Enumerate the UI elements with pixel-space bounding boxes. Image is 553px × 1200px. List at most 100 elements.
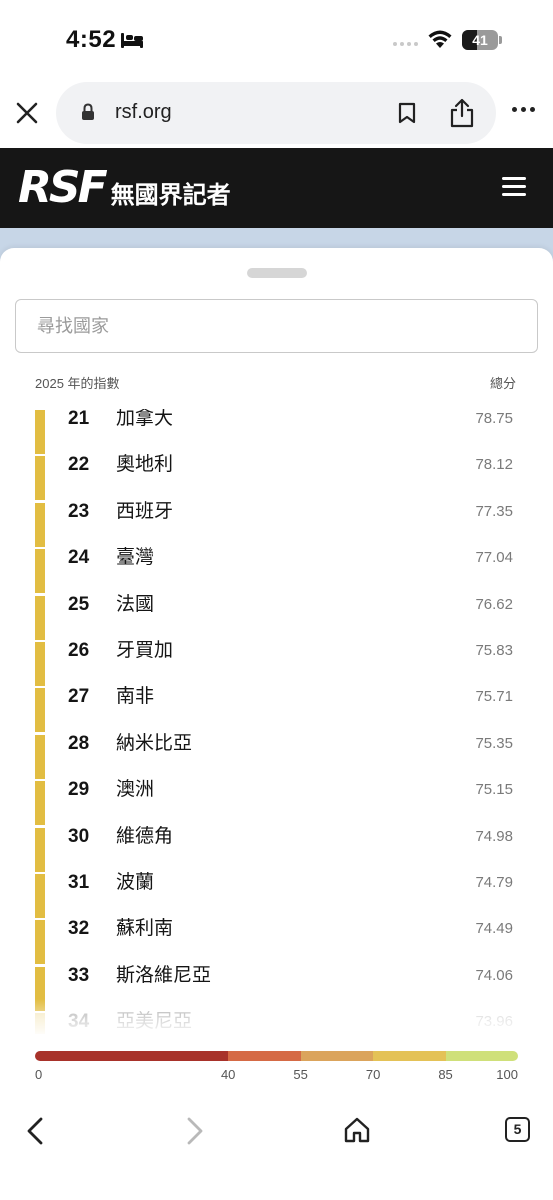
row-score: 75.15 [475,781,513,799]
score-color-bar [35,781,45,826]
ranking-row[interactable]: 34 亞美尼亞 73.96 [35,1012,518,1034]
row-score: 76.62 [475,595,513,613]
row-score: 77.04 [475,549,513,567]
country-search-input[interactable] [15,299,538,353]
row-country: 牙買加 [116,639,174,661]
legend-segment [35,1051,229,1061]
row-rank: 26 [68,639,90,661]
row-rank: 28 [68,732,90,754]
row-score: 75.35 [475,734,513,752]
row-rank: 30 [68,825,90,847]
ranking-row[interactable]: 33 斯洛維尼亞 74.06 [35,964,518,1012]
browser-bottom-bar: 5 [0,1102,553,1200]
ranking-row[interactable]: 32 蘇利南 74.49 [35,919,518,965]
row-country: 亞美尼亞 [116,1011,193,1033]
score-color-bar [35,502,45,547]
ranking-row[interactable]: 28 納米比亞 75.35 [35,732,518,780]
row-country: 蘇利南 [116,918,174,940]
row-rank: 22 [68,454,90,476]
ranking-row[interactable]: 22 奧地利 78.12 [35,455,518,501]
score-color-bar [35,827,45,872]
row-score: 73.96 [475,1013,513,1031]
status-bar: 4:52 41 [0,0,553,80]
row-country: 斯洛維尼亞 [116,964,212,986]
ranking-row[interactable]: 26 牙買加 75.83 [35,639,518,687]
row-rank: 33 [68,964,90,986]
ranking-row[interactable]: 24 臺灣 77.04 [35,548,518,594]
score-color-bar [35,734,45,779]
index-year-label: 2025 年的指數 [35,376,120,391]
row-score: 74.79 [475,873,513,891]
row-country: 加拿大 [116,409,174,429]
ranking-row[interactable]: 29 澳洲 75.15 [35,780,518,826]
hamburger-icon[interactable] [502,177,526,197]
browser-toolbar: rsf.org [0,80,553,148]
row-rank: 29 [68,779,90,801]
legend-tick-label: 70 [365,1067,381,1082]
tabs-icon[interactable]: 5 [505,1117,530,1142]
ranking-row[interactable]: 25 法國 76.62 [35,593,518,641]
row-score: 77.35 [475,502,513,520]
row-score: 78.12 [475,456,513,474]
rsf-logo[interactable]: RSF 無國界記者 [18,166,231,210]
score-color-bar [35,410,45,454]
score-color-bar [35,873,45,918]
row-rank: 24 [68,547,90,569]
score-color-bar [35,595,45,640]
row-country: 納米比亞 [116,732,193,754]
ranking-row[interactable]: 23 西班牙 77.35 [35,500,518,548]
legend-segment [373,1051,446,1061]
logo-text: RSF [18,162,108,213]
row-country: 波蘭 [116,871,155,893]
logo-subtitle: 無國界記者 [110,182,231,209]
row-country: 西班牙 [116,500,174,522]
ranking-row[interactable]: 21 加拿大 78.75 [35,409,518,455]
signal-dots-icon [393,42,418,46]
row-rank: 21 [68,409,90,429]
row-country: 奧地利 [116,454,174,476]
row-country: 維德角 [116,825,174,847]
legend-tick-label: 0 [35,1067,43,1082]
url-text: rsf.org [115,101,172,123]
row-country: 臺灣 [116,547,155,569]
legend-tick-label: 40 [220,1067,236,1082]
score-legend-bar [35,1051,518,1061]
row-score: 74.98 [475,827,513,845]
score-color-bar [35,920,45,965]
ranking-row[interactable]: 31 波蘭 74.79 [35,871,518,919]
close-icon[interactable] [14,100,40,126]
sheet-grabber[interactable] [247,268,307,278]
row-rank: 32 [68,918,90,940]
ranking-row[interactable]: 30 維德角 74.98 [35,825,518,873]
row-country: 澳洲 [116,779,155,801]
row-score: 74.49 [475,920,513,938]
row-rank: 34 [68,1011,90,1033]
score-legend-labels: 0 40 55 70 85 100 [35,1067,518,1083]
wifi-icon [428,30,452,48]
legend-tick-label: 85 [438,1067,453,1082]
more-icon[interactable] [512,107,535,112]
address-bar[interactable]: rsf.org [56,82,496,144]
forward-icon[interactable] [182,1116,208,1146]
status-time: 4:52 [66,26,117,53]
row-rank: 31 [68,871,90,893]
battery-tip [499,36,502,44]
legend-tick-label: 100 [496,1067,518,1082]
row-country: 南非 [116,686,155,708]
lock-icon [82,103,94,120]
share-icon[interactable] [449,98,475,128]
legend-tick-label: 55 [293,1067,308,1082]
bookmark-icon[interactable] [398,102,416,124]
home-icon[interactable] [343,1116,371,1144]
score-color-bar [35,641,45,686]
ranking-list: 21 加拿大 78.75 22 奧地利 78.12 23 西班牙 77.35 24 臺灣 77.04 2… [35,409,518,1034]
back-icon[interactable] [22,1116,48,1146]
score-color-bar [35,456,45,501]
battery-percent: 41 [472,32,488,48]
row-score: 75.83 [475,641,513,659]
score-column-label: 總分 [490,376,517,391]
ranking-row[interactable]: 27 南非 75.71 [35,687,518,733]
row-score: 74.06 [475,966,513,984]
row-rank: 25 [68,593,90,615]
legend-segment [300,1051,374,1061]
